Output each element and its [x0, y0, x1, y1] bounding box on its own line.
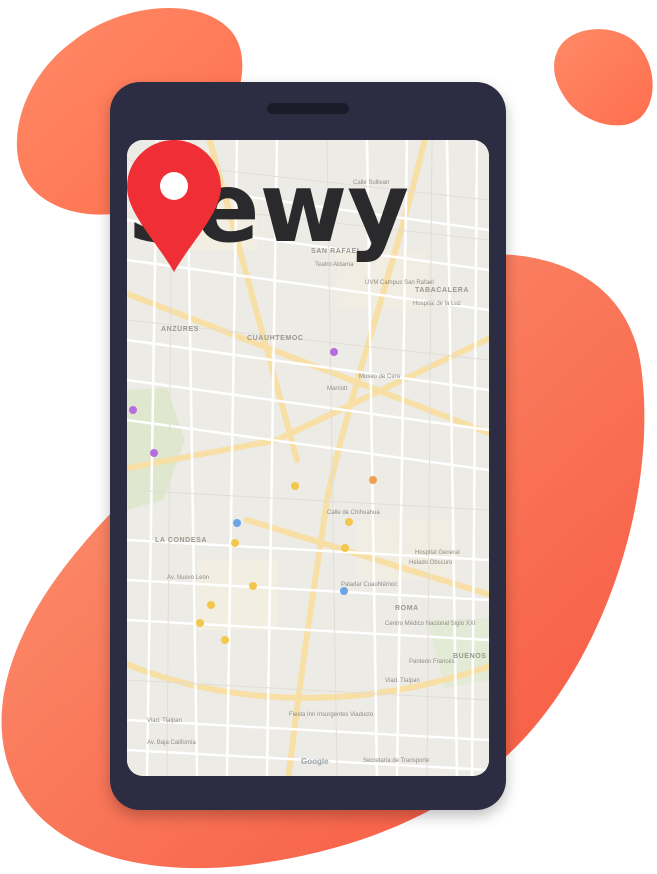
- app-promo-illustration: SAN RAFAEL TABACALERA ANZURES CUAUHTEMOC…: [0, 0, 657, 874]
- map-street-label: Centro Médico Nacional Siglo XXI: [385, 621, 476, 627]
- map-area-label: BUENOS: [453, 653, 487, 660]
- map-street-label: Hospital General: [415, 550, 460, 556]
- blob-small-right: [554, 29, 653, 126]
- map-street-label: Calle de Chihuahua: [327, 510, 380, 516]
- map-street-label: Helado Obscuro: [409, 560, 453, 566]
- map-street-label: Marriott: [327, 386, 348, 392]
- map-area-label: ROMA: [395, 605, 419, 612]
- google-attribution: Google: [301, 757, 329, 766]
- map-street-label: Av. Nuevo León: [167, 575, 210, 581]
- map-street-label: Secretaría de Transporte: [363, 758, 430, 764]
- map-pin-icon: [127, 140, 221, 272]
- map-street-label: Paladar Cuauhtémoc: [341, 582, 398, 588]
- map-area-label: LA CONDESA: [155, 537, 208, 544]
- map-street-label: Panteón Francés: [409, 659, 455, 665]
- map-street-label: Museo de Cera: [359, 374, 401, 380]
- map-area-label: ANZURES: [161, 326, 200, 333]
- phone-screen: SAN RAFAEL TABACALERA ANZURES CUAUHTEMOC…: [127, 140, 489, 776]
- phone-frame: SAN RAFAEL TABACALERA ANZURES CUAUHTEMOC…: [110, 82, 506, 810]
- map-street-label: Av. Baja California: [147, 740, 196, 746]
- map-street-label: Viad. Tlalpan: [147, 718, 182, 724]
- map-street-label: Viad. Tlalpan: [385, 678, 420, 684]
- map-area-label: CUAUHTEMOC: [247, 335, 304, 342]
- map-street-label: Fiesta Inn Insurgentes Viaducto: [289, 712, 374, 718]
- phone-speaker: [267, 103, 349, 114]
